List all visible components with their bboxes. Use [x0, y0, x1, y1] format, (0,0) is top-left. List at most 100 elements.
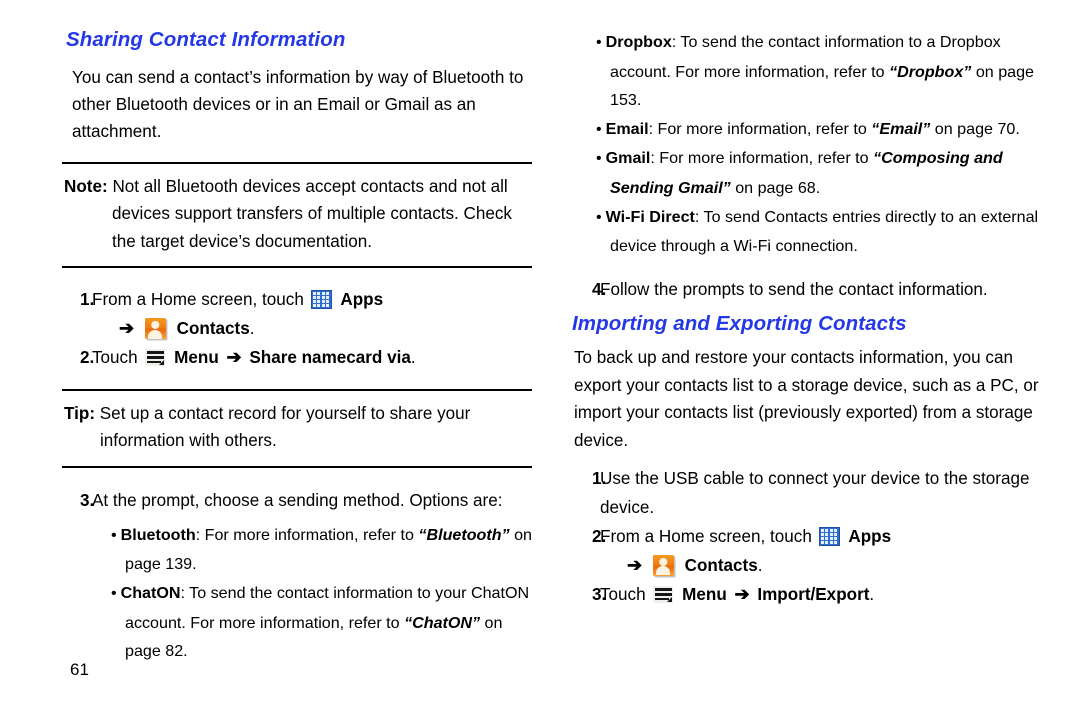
list-item: • Bluetooth: For more information, refer …	[62, 521, 532, 579]
step-number: 3.	[592, 584, 607, 604]
left-column: Sharing Contact Information You can send…	[0, 0, 540, 720]
note-text: Not all Bluetooth devices accept contact…	[112, 176, 512, 251]
step-period: .	[410, 348, 416, 367]
apps-label[interactable]: Apps	[340, 290, 383, 309]
step-body: Touch Menu ➔ Import/Export.	[600, 580, 1040, 609]
apps-grid-icon	[818, 526, 840, 546]
step-text: At the prompt, choose a sending method. …	[92, 490, 503, 510]
menu-hamburger-icon	[145, 349, 166, 366]
tip-callout: Tip: Set up a contact record for yoursel…	[62, 389, 532, 468]
arrow-icon: ➔	[226, 347, 242, 367]
step-body: Touch Menu ➔ Share namecard via.	[92, 343, 532, 372]
step-item: 2. Touch Menu ➔ Share namecard via.	[62, 343, 532, 372]
intro-paragraph-sharing: You can send a contact’s information by …	[72, 67, 524, 142]
list-item: • ChatON: To send the contact information…	[62, 579, 532, 666]
step-text-prefix: From a Home screen, touch	[92, 290, 304, 309]
note-callout: Note: Not all Bluetooth devices accept c…	[62, 161, 532, 268]
option-term: Bluetooth	[120, 525, 196, 544]
arrow-icon: ➔	[627, 554, 643, 575]
page-title-importing-exporting-contacts: Importing and Exporting Contacts	[572, 311, 907, 335]
bullet-dot-icon: •	[596, 208, 602, 226]
right-column: • Dropbox: To send the contact informatio…	[540, 0, 1080, 720]
step-period: .	[757, 555, 763, 575]
menu-label[interactable]: Menu	[174, 348, 219, 367]
contacts-person-icon	[652, 554, 674, 576]
option-text-after: on page 68.	[730, 178, 821, 197]
bullet-dot-icon: •	[596, 34, 602, 51]
step-line-primary: Touch Menu ➔ Import/Export.	[600, 580, 1040, 609]
step-line-primary: From a Home screen, touch Apps	[92, 285, 532, 314]
intro-paragraph-importing: To back up and restore your contacts inf…	[574, 348, 1039, 450]
step-number: 3.	[80, 490, 95, 510]
step-text: Use the USB cable to connect your device…	[600, 468, 1030, 517]
step-body: Follow the prompts to send the contact i…	[600, 275, 1040, 304]
arrow-icon: ➔	[734, 583, 750, 604]
contacts-label[interactable]: Contacts	[685, 556, 758, 575]
step-item: 3. Touch Menu ➔ Import/Export.	[570, 580, 1040, 609]
step-period: .	[869, 584, 875, 604]
step-line-primary: Touch Menu ➔ Share namecard via.	[92, 343, 532, 372]
bullet-dot-icon: •	[596, 120, 602, 138]
sending-method-options-continued: • Dropbox: To send the contact informatio…	[570, 28, 1040, 261]
tip-label: Tip:	[64, 404, 96, 423]
step-line-secondary: ➔ Contacts.	[600, 551, 1040, 580]
step-line-secondary: ➔ Contacts.	[92, 314, 532, 343]
option-term: Gmail	[605, 149, 651, 168]
steps-options-list: 3. At the prompt, choose a sending metho…	[62, 486, 532, 515]
step-item: 1. From a Home screen, touch Apps ➔ Cont…	[62, 285, 532, 343]
step-period: .	[249, 319, 255, 338]
step-body: At the prompt, choose a sending method. …	[92, 486, 532, 515]
page-title-sharing-contact-information: Sharing Contact Information	[66, 28, 346, 51]
tip-text: Set up a contact record for yourself to …	[99, 404, 471, 451]
step-number: 1.	[80, 290, 95, 309]
step-body: From a Home screen, touch Apps ➔ Contact…	[92, 285, 532, 343]
arrow-icon: ➔	[119, 318, 135, 338]
step-item: 2. From a Home screen, touch Apps ➔ Cont…	[570, 522, 1040, 580]
steps-follow-prompts: 4. Follow the prompts to send the contac…	[570, 275, 1040, 304]
steps-sharing-list: 1. From a Home screen, touch Apps ➔ Cont…	[62, 285, 532, 372]
step-number: 4.	[592, 279, 607, 299]
list-item: • Email: For more information, refer to “…	[570, 115, 1040, 145]
step-body: Use the USB cable to connect your device…	[600, 464, 1040, 522]
apps-label[interactable]: Apps	[848, 527, 891, 546]
step-item: 1. Use the USB cable to connect your dev…	[570, 464, 1040, 522]
step-item: 3. At the prompt, choose a sending metho…	[62, 486, 532, 515]
page-number: 61	[70, 660, 89, 679]
option-term: ChatON	[120, 584, 181, 602]
option-cross-reference: “Bluetooth”	[418, 525, 510, 544]
bullet-dot-icon: •	[111, 585, 117, 602]
step-body: From a Home screen, touch Apps ➔ Contact…	[600, 522, 1040, 580]
contacts-label[interactable]: Contacts	[177, 319, 250, 338]
step-text-prefix: Touch	[92, 348, 138, 367]
import-export-label[interactable]: Import/Export	[757, 585, 869, 604]
list-item: • Dropbox: To send the contact informatio…	[570, 28, 1040, 115]
step-number: 2.	[592, 526, 607, 546]
apps-grid-icon	[310, 290, 332, 309]
bullet-dot-icon: •	[596, 150, 602, 168]
step-text-prefix: From a Home screen, touch	[600, 526, 812, 546]
sending-method-options: • Bluetooth: For more information, refer …	[62, 521, 532, 666]
option-text-before: : For more information, refer to	[648, 119, 872, 138]
option-text-before: : For more information, refer to	[650, 149, 874, 168]
option-cross-reference: “ChatON”	[404, 613, 481, 632]
menu-label[interactable]: Menu	[682, 585, 727, 604]
option-text-before: : For more information, refer to	[195, 525, 419, 544]
steps-import-export-list: 1. Use the USB cable to connect your dev…	[570, 464, 1040, 609]
list-item: • Gmail: For more information, refer to “…	[570, 144, 1040, 202]
list-item: • Wi-Fi Direct: To send Contacts entries …	[570, 203, 1040, 261]
option-cross-reference: “Email”	[871, 119, 931, 138]
menu-hamburger-icon	[653, 585, 674, 603]
step-number: 1.	[592, 468, 607, 488]
step-line-primary: From a Home screen, touch Apps	[600, 522, 1040, 551]
manual-page: Sharing Contact Information You can send…	[0, 0, 1080, 720]
step-text: Follow the prompts to send the contact i…	[600, 279, 988, 299]
share-namecard-label[interactable]: Share namecard via	[249, 348, 411, 367]
option-term: Wi-Fi Direct	[605, 207, 695, 226]
option-term: Dropbox	[605, 33, 672, 51]
option-cross-reference: “Dropbox”	[889, 62, 972, 81]
contacts-person-icon	[144, 318, 166, 339]
step-number: 2.	[80, 348, 95, 367]
step-item: 4. Follow the prompts to send the contac…	[570, 275, 1040, 304]
bullet-dot-icon: •	[111, 526, 117, 544]
step-text-prefix: Touch	[600, 584, 646, 604]
